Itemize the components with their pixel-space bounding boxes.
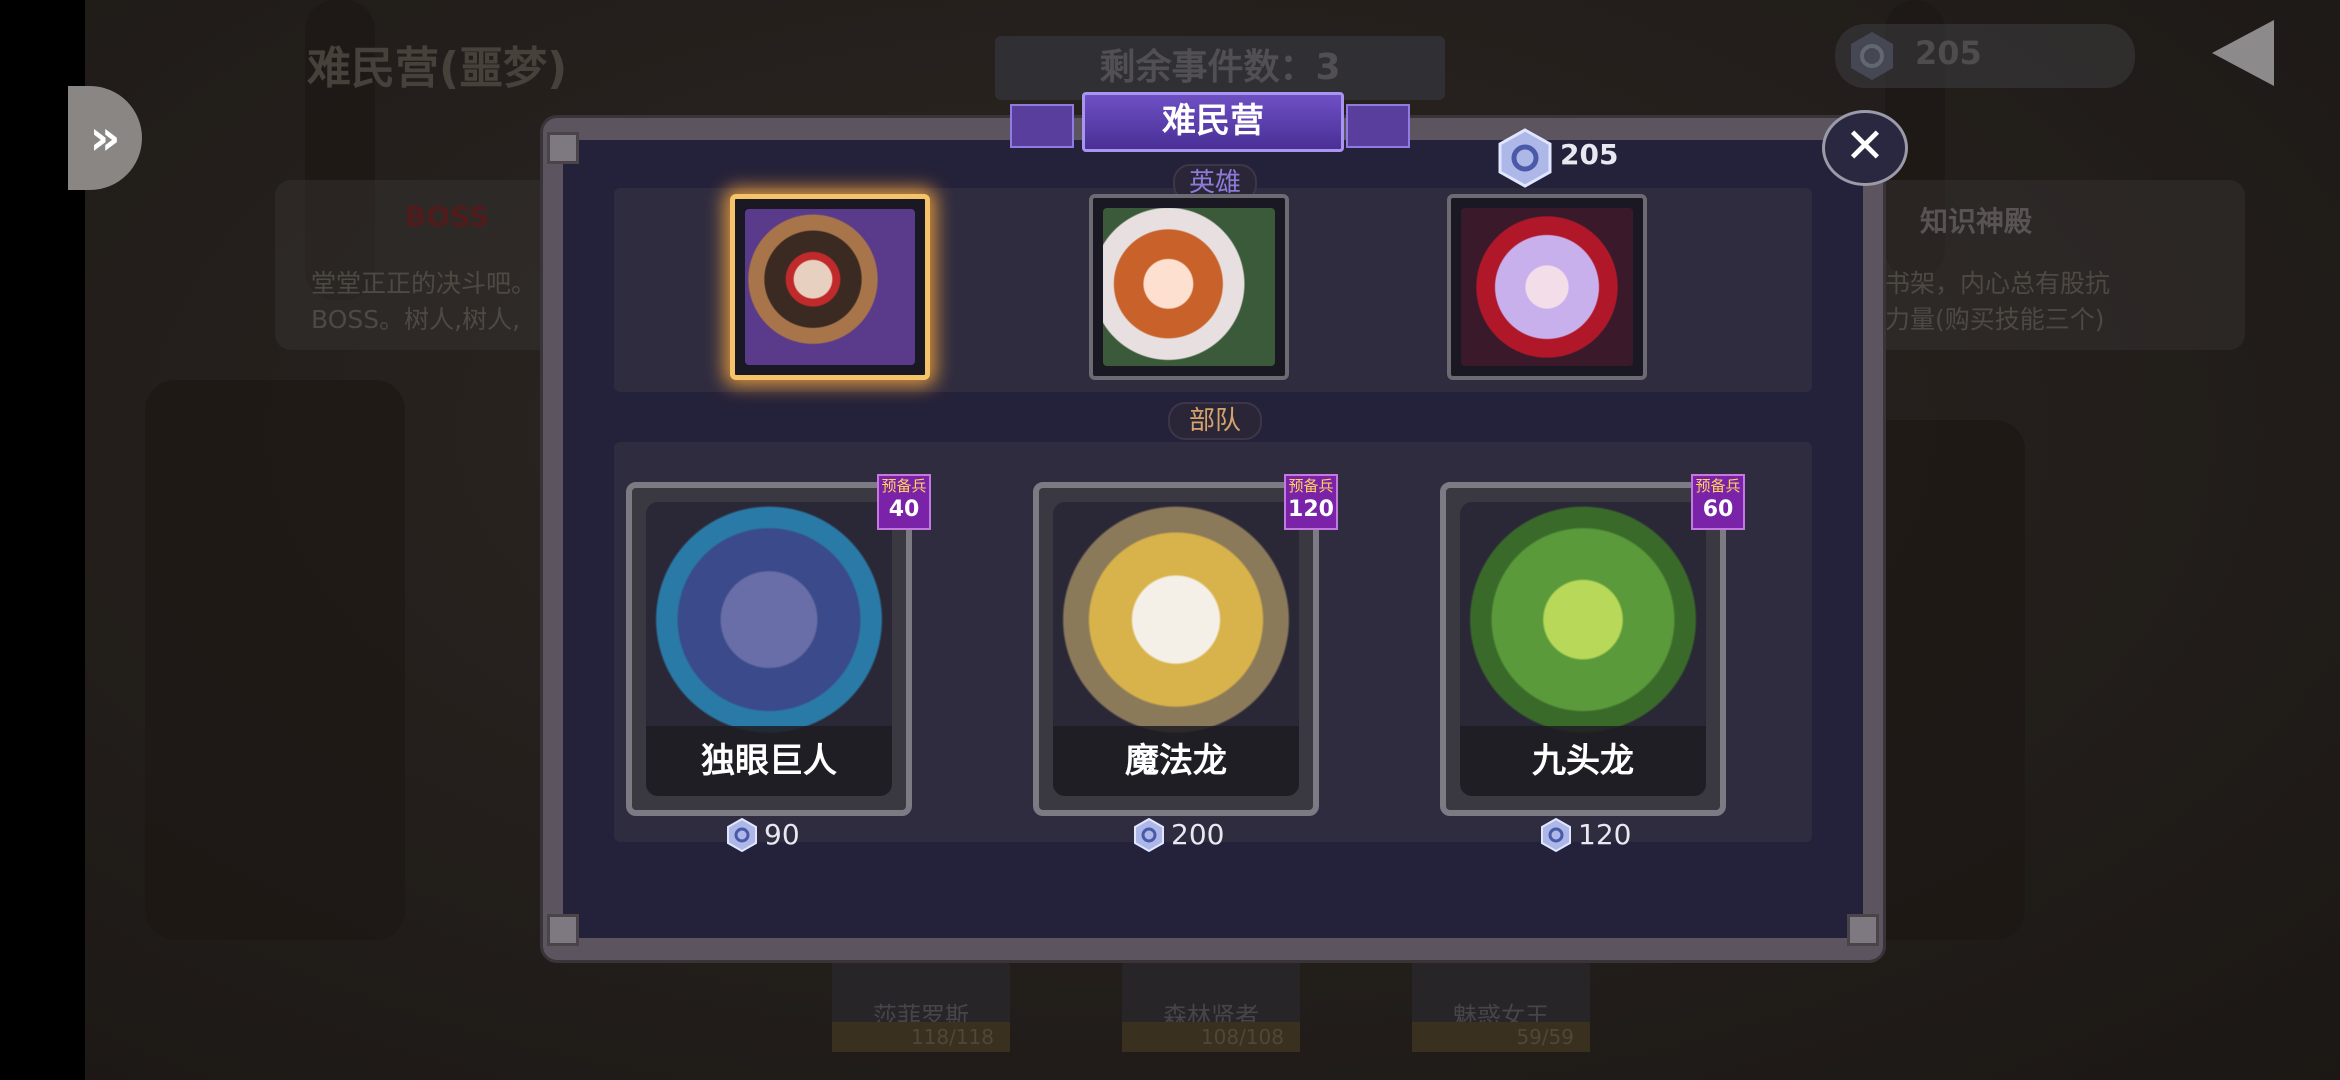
troop-price-value: 120 (1578, 818, 1632, 851)
reserve-badge: 预备兵 120 (1284, 474, 1338, 530)
corner-ornament (547, 914, 579, 946)
hero-portrait (1461, 208, 1633, 366)
back-arrow-icon[interactable] (2212, 20, 2274, 86)
dialog-title: 难民营 (1082, 92, 1344, 152)
banner-wing-right (1346, 104, 1410, 148)
troop-name: 魔法龙 (1053, 726, 1299, 796)
reserve-count: 60 (1702, 497, 1734, 522)
gem-counter: 205 (1496, 128, 1636, 188)
hero-portrait (745, 209, 915, 365)
reserve-label: 预备兵 (881, 477, 927, 495)
troop-card-cyclops[interactable]: 独眼巨人 (626, 482, 912, 816)
gem-count-value: 205 (1560, 138, 1619, 171)
banner-wing-left (1010, 104, 1074, 148)
troop-name: 九头龙 (1460, 726, 1706, 796)
gem-icon (1133, 817, 1165, 853)
gem-icon (1540, 817, 1572, 853)
troop-name: 独眼巨人 (646, 726, 892, 796)
corner-ornament (547, 132, 579, 164)
hero-slot-redhair[interactable] (1089, 194, 1289, 380)
hero-portrait (1103, 208, 1275, 366)
reserve-count: 120 (1288, 497, 1334, 522)
corner-ornament (1847, 914, 1879, 946)
reserve-badge: 预备兵 40 (877, 474, 931, 530)
reserve-badge: 预备兵 60 (1691, 474, 1745, 530)
reserve-count: 40 (888, 497, 920, 522)
hero-slot-horned[interactable] (1447, 194, 1647, 380)
dialog-title-banner: 难民营 (1010, 90, 1410, 152)
troop-card-hydra[interactable]: 九头龙 (1440, 482, 1726, 816)
gem-icon (1496, 128, 1554, 188)
hero-slot-cyclops[interactable] (730, 194, 930, 380)
gem-icon (726, 817, 758, 853)
troop-price-value: 90 (764, 818, 800, 851)
troop-section-label: 部队 (1168, 402, 1262, 440)
troop-card-magic-dragon[interactable]: 魔法龙 (1033, 482, 1319, 816)
reserve-label: 预备兵 (1695, 477, 1741, 495)
reserve-label: 预备兵 (1288, 477, 1334, 495)
close-button[interactable]: ✕ (1822, 110, 1908, 186)
troop-price-value: 200 (1171, 818, 1225, 851)
